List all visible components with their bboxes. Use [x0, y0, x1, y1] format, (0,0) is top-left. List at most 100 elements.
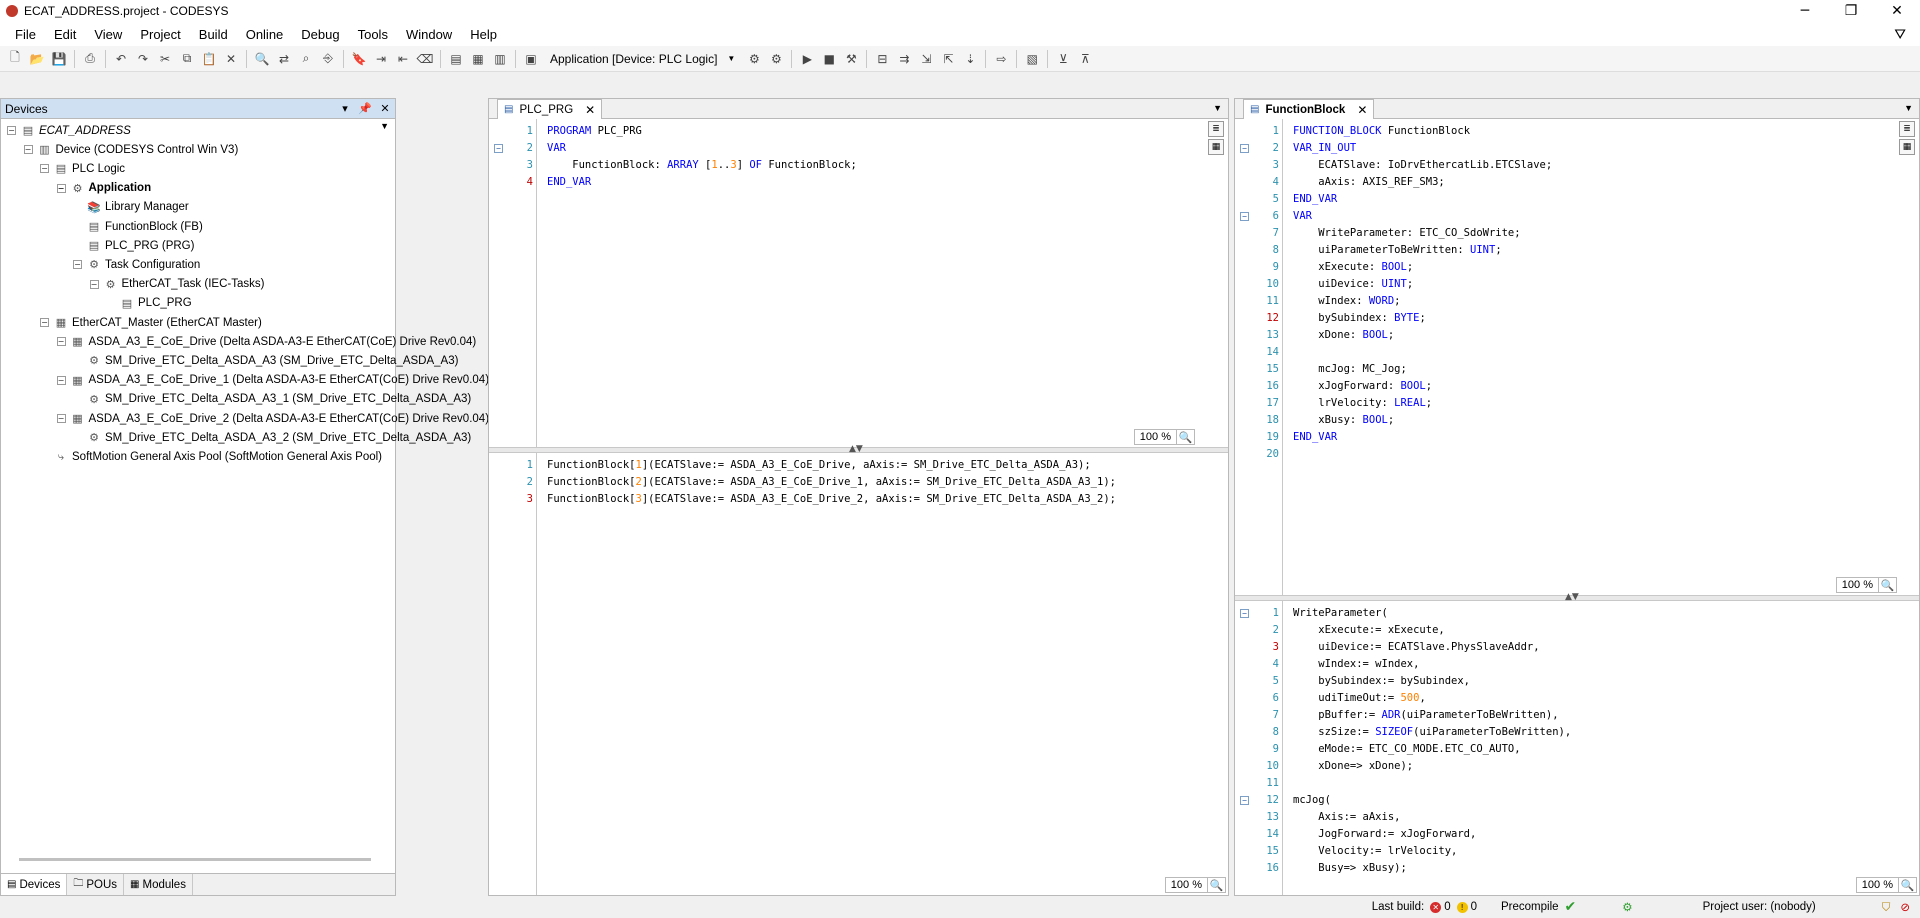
- collapse-toggle-icon[interactable]: −: [23, 145, 33, 155]
- copy-icon[interactable]: ⧉: [177, 49, 197, 69]
- filter-icon[interactable]: ⛛: [1894, 26, 1906, 43]
- code-line[interactable]: mcJog(: [1293, 792, 1331, 809]
- code-line[interactable]: wIndex:= wIndex,: [1293, 656, 1419, 673]
- code-line[interactable]: uiParameterToBeWritten: UINT;: [1293, 242, 1501, 259]
- fold-toggle-icon[interactable]: −: [1240, 609, 1249, 618]
- zoom-icon[interactable]: 🔍: [1208, 877, 1226, 893]
- code-line[interactable]: FunctionBlock[2](ECATSlave:= ASDA_A3_E_C…: [547, 474, 1116, 491]
- precompile-status[interactable]: Precompile ✔: [1501, 899, 1576, 915]
- code-line[interactable]: END_VAR: [547, 174, 591, 191]
- tabular-view-icon[interactable]: ▦: [1208, 139, 1224, 155]
- code-line[interactable]: xBusy: BOOL;: [1293, 412, 1394, 429]
- maximize-button[interactable]: ❐: [1828, 0, 1874, 22]
- tree-item[interactable]: ⚙ SM_Drive_ETC_Delta_ASDA_A3_2 (SM_Drive_…: [73, 428, 471, 447]
- editor-dropdown-icon[interactable]: ▼: [1213, 103, 1222, 113]
- step-into-icon[interactable]: ⇲: [916, 49, 936, 69]
- code-line[interactable]: END_VAR: [1293, 191, 1337, 208]
- collapse-toggle-icon[interactable]: −: [56, 375, 66, 385]
- code-line[interactable]: WriteParameter: ETC_CO_SdoWrite;: [1293, 225, 1520, 242]
- fold-toggle-icon[interactable]: −: [1240, 796, 1249, 805]
- collapse-toggle-icon[interactable]: −: [89, 279, 99, 289]
- tab-close-icon[interactable]: ✕: [1357, 103, 1367, 117]
- replace-icon[interactable]: ⇄: [274, 49, 294, 69]
- open-project-icon[interactable]: 📂: [27, 49, 47, 69]
- menu-window[interactable]: Window: [397, 27, 461, 42]
- build-icon[interactable]: ▣: [521, 49, 541, 69]
- breakpoint-icon[interactable]: ⊟: [872, 49, 892, 69]
- code-line[interactable]: VAR_IN_OUT: [1293, 140, 1356, 157]
- implementation-pane[interactable]: 1− WriteParameter(2 xExecute:= xExecute, 3…: [1235, 601, 1919, 895]
- collapse-toggle-icon[interactable]: −: [73, 260, 82, 270]
- show-next-statement-icon[interactable]: ⇨: [991, 49, 1011, 69]
- collapse-toggle-icon[interactable]: −: [56, 337, 66, 347]
- collapse-toggle-icon[interactable]: −: [40, 164, 49, 174]
- collapse-toggle-icon[interactable]: −: [56, 414, 66, 423]
- logout-icon[interactable]: ⚙: [766, 49, 786, 69]
- zoom-icon[interactable]: 🔍: [1879, 577, 1897, 593]
- code-line[interactable]: lrVelocity: LREAL;: [1293, 395, 1432, 412]
- menu-online[interactable]: Online: [237, 27, 293, 42]
- print-icon[interactable]: ⎙: [80, 49, 100, 69]
- tree-item[interactable]: − ▤ ECAT_ADDRESS: [7, 121, 131, 140]
- start-icon[interactable]: ▶: [797, 49, 817, 69]
- tree-item[interactable]: − ▦ EtherCAT_Master (EtherCAT Master): [40, 313, 262, 332]
- layout-icon[interactable]: ▦: [468, 49, 488, 69]
- tree-item[interactable]: − ▦ ASDA_A3_E_CoE_Drive_1 (Delta ASDA-A3-E…: [56, 371, 489, 390]
- code-line[interactable]: ECATSlave: IoDrvEthercatLib.ETCSlave;: [1293, 157, 1552, 174]
- tab-pous[interactable]: 🗀 POUs: [67, 874, 125, 895]
- code-line[interactable]: aAxis: AXIS_REF_SM3;: [1293, 174, 1444, 191]
- paste-icon[interactable]: 📋: [199, 49, 219, 69]
- declaration-pane[interactable]: 1 FUNCTION_BLOCK FunctionBlock 2− VAR_IN_OU…: [1235, 119, 1919, 595]
- find-icon[interactable]: 🔍: [252, 49, 272, 69]
- code-line[interactable]: eMode:= ETC_CO_MODE.ETC_CO_AUTO,: [1293, 741, 1520, 758]
- code-line[interactable]: PROGRAM PLC_PRG: [547, 123, 642, 140]
- notification-disabled-icon[interactable]: ⊘: [1900, 900, 1910, 914]
- tab-modules[interactable]: ▦ Modules: [124, 874, 193, 895]
- code-line[interactable]: szSize:= SIZEOF(uiParameterToBeWritten),: [1293, 724, 1571, 741]
- zoom-level[interactable]: 100 %: [1133, 429, 1177, 445]
- new-project-icon[interactable]: 🗋: [5, 49, 25, 69]
- bookmark-next-icon[interactable]: ⇥: [371, 49, 391, 69]
- tree-item[interactable]: 📚 Library Manager: [73, 198, 189, 217]
- menu-build[interactable]: Build: [190, 27, 237, 42]
- editor-dropdown-icon[interactable]: ▼: [1904, 103, 1913, 113]
- undo-icon[interactable]: ↶: [111, 49, 131, 69]
- step-over-icon[interactable]: ⇉: [894, 49, 914, 69]
- tree-item[interactable]: ⚙ SM_Drive_ETC_Delta_ASDA_A3_1 (SM_Drive_…: [73, 390, 471, 409]
- code-line[interactable]: xDone: BOOL;: [1293, 327, 1394, 344]
- properties-icon[interactable]: ▥: [490, 49, 510, 69]
- tree-item[interactable]: − ▥ Device (CODESYS Control Win V3): [23, 140, 238, 159]
- code-line[interactable]: udiTimeOut:= 500,: [1293, 690, 1425, 707]
- code-line[interactable]: VAR: [1293, 208, 1312, 225]
- tab-close-icon[interactable]: ✕: [585, 103, 595, 117]
- menu-tools[interactable]: Tools: [349, 27, 397, 42]
- run-to-cursor-icon[interactable]: ⇣: [960, 49, 980, 69]
- tab-devices[interactable]: ▤ Devices: [1, 874, 68, 895]
- project-user-status[interactable]: Project user: (nobody): [1703, 901, 1816, 913]
- write-values-icon[interactable]: ▧: [1022, 49, 1042, 69]
- horizontal-scrollbar[interactable]: [19, 858, 371, 861]
- zoom-icon[interactable]: 🔍: [1177, 429, 1195, 445]
- code-line[interactable]: xJogForward: BOOL;: [1293, 378, 1432, 395]
- menu-debug[interactable]: Debug: [292, 27, 348, 42]
- code-line[interactable]: xExecute:= xExecute,: [1293, 622, 1444, 639]
- menu-file[interactable]: File: [6, 27, 45, 42]
- zoom-icon[interactable]: 🔍: [1899, 877, 1917, 893]
- stop-icon[interactable]: ■: [819, 49, 839, 69]
- delete-icon[interactable]: ✕: [221, 49, 241, 69]
- close-button[interactable]: ✕: [1874, 0, 1920, 22]
- zoom-level[interactable]: 100 %: [1855, 877, 1899, 893]
- code-line[interactable]: WriteParameter(: [1293, 605, 1388, 622]
- collapse-toggle-icon[interactable]: −: [56, 183, 66, 193]
- tree-item[interactable]: − ⚙ Application: [56, 179, 151, 198]
- code-line[interactable]: END_VAR: [1293, 429, 1337, 446]
- tree-item[interactable]: − ⚙ Task Configuration: [73, 255, 200, 274]
- code-line[interactable]: wIndex: WORD;: [1293, 293, 1400, 310]
- code-line[interactable]: pBuffer:= ADR(uiParameterToBeWritten),: [1293, 707, 1558, 724]
- tab-function-block[interactable]: ▤ FunctionBlock ✕: [1243, 99, 1375, 119]
- implementation-pane[interactable]: 1 FunctionBlock[1](ECATSlave:= ASDA_A3_E_…: [489, 453, 1228, 895]
- code-line[interactable]: bySubindex:= bySubindex,: [1293, 673, 1470, 690]
- code-line[interactable]: uiDevice:= ECATSlave.PhysSlaveAddr,: [1293, 639, 1539, 656]
- tree-dropdown-icon[interactable]: ▼: [380, 121, 389, 131]
- bookmark-toggle-icon[interactable]: 🔖: [349, 49, 369, 69]
